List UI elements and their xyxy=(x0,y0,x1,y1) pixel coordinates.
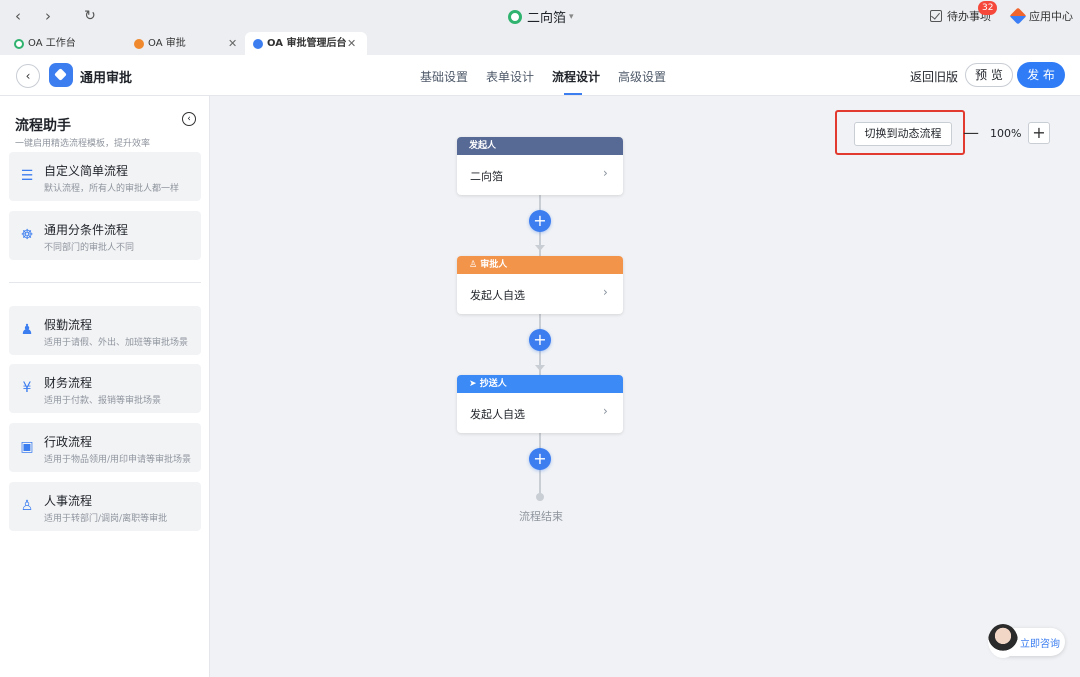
template-card-simple[interactable]: ☰ 自定义简单流程 默认流程，所有人的审批人都一样 xyxy=(9,152,201,201)
divider xyxy=(9,282,201,283)
branch-icon: ☸ xyxy=(20,227,34,243)
app-header: ‹ 通用审批 基础设置 表单设计 流程设计 高级设置 返回旧版 预 览 发 布 xyxy=(0,55,1080,96)
old-version-link[interactable]: 返回旧版 xyxy=(910,68,958,85)
tab-oa-workbench[interactable]: OA 工作台 xyxy=(0,32,125,55)
publish-button[interactable]: 发 布 xyxy=(1017,62,1065,88)
zoom-in-button[interactable]: + xyxy=(1028,122,1050,144)
zoom-out-button[interactable]: — xyxy=(963,122,979,144)
app-center-icon xyxy=(1009,7,1027,25)
tab-bar: OA 工作台 OA 审批 ✕ OA 审批管理后台 ✕ xyxy=(0,32,1080,55)
arrow-down-icon xyxy=(535,245,545,251)
tab-basic-settings[interactable]: 基础设置 xyxy=(420,68,468,85)
tab-oa-approval[interactable]: OA 审批 ✕ xyxy=(120,32,245,55)
switch-dynamic-flow-button[interactable]: 切换到动态流程 xyxy=(854,122,952,146)
sidebar-title: 流程助手 xyxy=(15,118,71,134)
node-header: ➤ 抄送人 xyxy=(457,375,623,393)
yen-icon: ¥ xyxy=(22,380,32,396)
flow-assistant-sidebar: 流程助手 一键启用精选流程模板，提升效率 ‹ ☰ 自定义简单流程 默认流程，所有… xyxy=(0,96,210,677)
back-icon[interactable]: ‹ xyxy=(8,6,28,26)
flow-canvas xyxy=(211,96,1080,677)
sidebar-subtitle: 一键启用精选流程模板，提升效率 xyxy=(15,139,151,149)
forward-icon[interactable]: › xyxy=(38,6,58,26)
active-tab-indicator xyxy=(564,93,582,95)
page-title: 通用审批 xyxy=(80,71,133,86)
window-title[interactable]: 二向箔 ▾ xyxy=(508,7,574,26)
green-circle-icon xyxy=(14,38,24,49)
blue-circle-icon xyxy=(253,38,263,49)
todo-count-badge: 32 xyxy=(978,1,998,15)
template-card-attendance[interactable]: ♟ 假勤流程 适用于请假、外出、加班等审批场景 xyxy=(9,306,201,355)
node-body: 发起人自选 xyxy=(470,289,525,302)
checkbox-icon xyxy=(930,10,942,22)
briefcase-icon: ▣ xyxy=(20,439,34,455)
window-chrome: ‹ › ↻ 二向箔 ▾ 待办事项 32 应用中心 xyxy=(0,0,1080,32)
flow-end-dot xyxy=(536,493,544,501)
list-icon: ☰ xyxy=(20,168,34,184)
refresh-icon[interactable]: ↻ xyxy=(80,6,100,26)
tab-flow-design[interactable]: 流程设计 xyxy=(552,68,600,85)
app-logo-icon xyxy=(508,9,522,24)
close-icon[interactable]: ✕ xyxy=(228,32,237,55)
arrow-down-icon xyxy=(535,365,545,371)
tab-form-design[interactable]: 表单设计 xyxy=(486,68,534,85)
consult-button[interactable]: 立即咨询 xyxy=(988,624,1065,658)
approval-logo-icon xyxy=(49,63,73,87)
collapse-icon[interactable]: ‹ xyxy=(182,112,196,126)
zoom-level: 100% xyxy=(990,127,1022,140)
tab-advanced-settings[interactable]: 高级设置 xyxy=(618,68,666,85)
template-card-finance[interactable]: ¥ 财务流程 适用于付款、报销等审批场景 xyxy=(9,364,201,413)
orange-circle-icon xyxy=(134,38,144,49)
node-header: 发起人 xyxy=(457,137,623,155)
chevron-right-icon: › xyxy=(603,285,608,299)
app-center-button[interactable]: 应用中心 xyxy=(1009,7,1073,25)
preview-button[interactable]: 预 览 xyxy=(965,63,1013,87)
node-header: ♙ 审批人 xyxy=(457,256,623,274)
close-icon[interactable]: ✕ xyxy=(347,32,356,55)
flow-node-initiator[interactable]: 发起人 二向箔 › xyxy=(457,137,623,195)
tab-oa-admin[interactable]: OA 审批管理后台 ✕ xyxy=(245,32,367,55)
template-card-conditional[interactable]: ☸ 通用分条件流程 不同部门的审批人不同 xyxy=(9,211,201,260)
chevron-right-icon: › xyxy=(603,166,608,180)
flow-end-label: 流程结束 xyxy=(519,510,563,523)
add-node-button[interactable]: + xyxy=(529,210,551,232)
chevron-down-icon: ▾ xyxy=(569,11,574,22)
flow-node-cc[interactable]: ➤ 抄送人 发起人自选 › xyxy=(457,375,623,433)
back-button[interactable]: ‹ xyxy=(16,64,40,88)
person-clock-icon: ♟ xyxy=(20,322,34,338)
node-body: 发起人自选 xyxy=(470,408,525,421)
add-node-button[interactable]: + xyxy=(529,448,551,470)
chevron-right-icon: › xyxy=(603,404,608,418)
template-card-hr[interactable]: ♙ 人事流程 适用于转部门/调岗/离职等审批 xyxy=(9,482,201,531)
node-body: 二向箔 xyxy=(470,170,503,183)
avatar xyxy=(988,624,1018,658)
todo-button[interactable]: 待办事项 32 xyxy=(930,1,998,24)
person-icon: ♙ xyxy=(20,498,34,514)
add-node-button[interactable]: + xyxy=(529,329,551,351)
flow-node-approver[interactable]: ♙ 审批人 发起人自选 › xyxy=(457,256,623,314)
template-card-admin[interactable]: ▣ 行政流程 适用于物品领用/用印申请等审批场景 xyxy=(9,423,201,472)
